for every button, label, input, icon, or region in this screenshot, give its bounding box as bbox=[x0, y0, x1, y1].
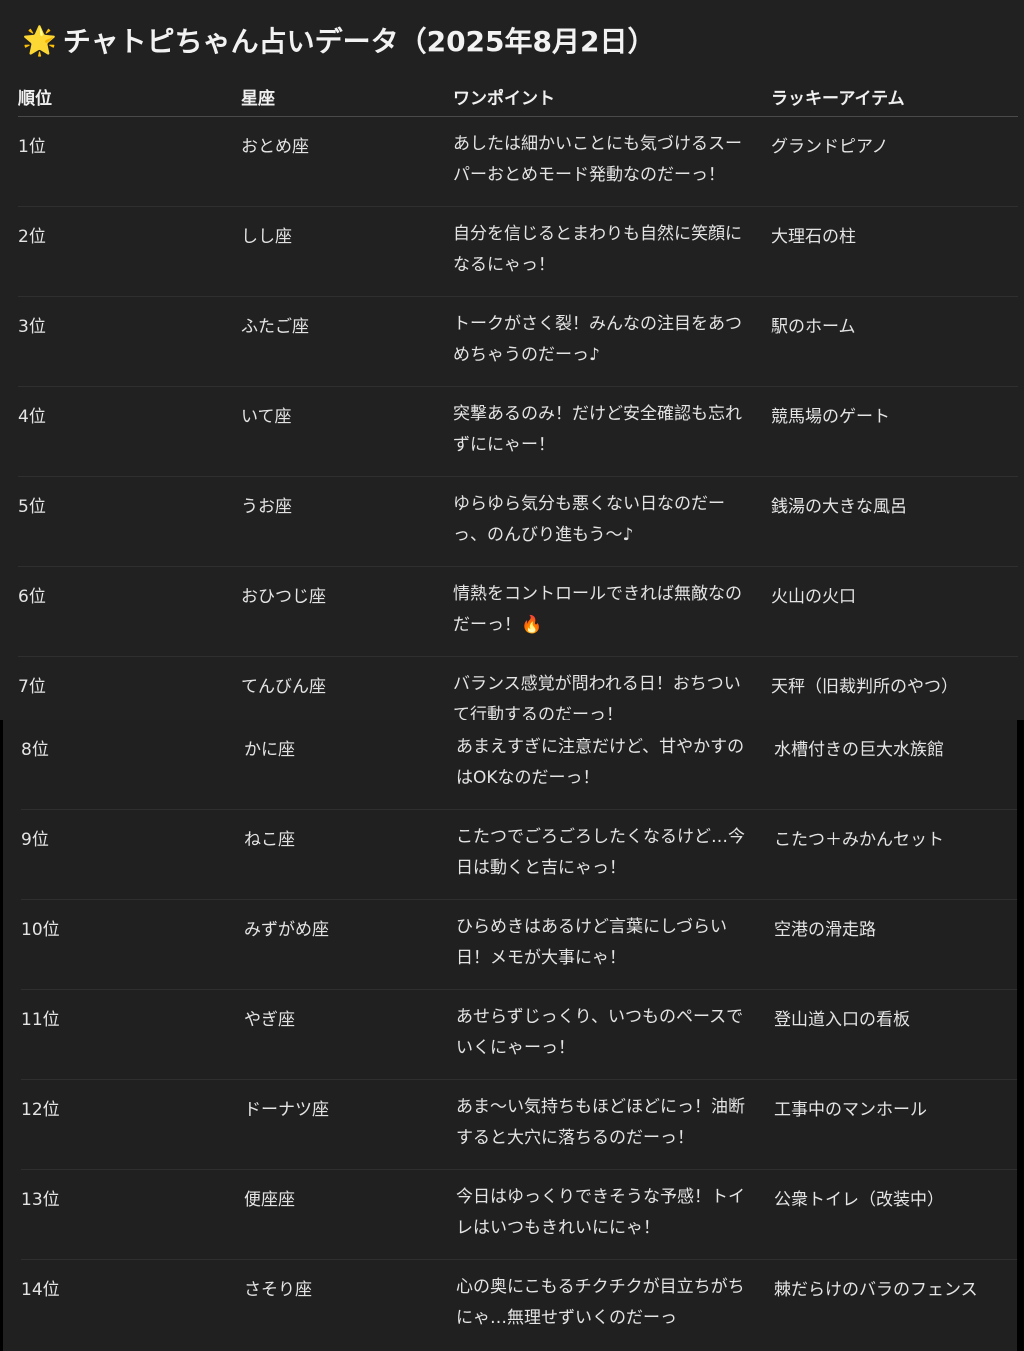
header-item: ラッキーアイテム bbox=[771, 89, 905, 109]
table-row: 9位 ねこ座 こたつでごろごろしたくなるけど…今日は動くと吉にゃっ！ こたつ＋み… bbox=[21, 810, 1017, 900]
rank-cell: 4位 bbox=[18, 407, 46, 427]
item-cell: こたつ＋みかんセット bbox=[774, 830, 944, 850]
page-title-text: チャトピちゃん占いデータ（2025年8月2日） bbox=[62, 25, 656, 58]
header-point: ワンポイント bbox=[453, 89, 555, 109]
sign-cell: いて座 bbox=[241, 407, 292, 427]
sign-cell: みずがめ座 bbox=[244, 920, 329, 940]
point-cell: あしたは細かいことにも気づけるスーパーおとめモード発動なのだーっ！ bbox=[453, 134, 742, 185]
rank-cell: 7位 bbox=[18, 677, 46, 697]
header-rank: 順位 bbox=[18, 89, 52, 109]
item-cell: 銭湯の大きな風呂 bbox=[771, 497, 907, 517]
rank-cell: 3位 bbox=[18, 317, 46, 337]
table-row: 2位 しし座 自分を信じるとまわりも自然に笑顔になるにゃっ！ 大理石の柱 bbox=[18, 207, 1018, 297]
point-cell: 心の奥にこもるチクチクが目立ちがちにゃ…無理せずいくのだーっ bbox=[456, 1277, 745, 1328]
sign-cell: ドーナツ座 bbox=[244, 1100, 329, 1120]
point-cell: ひらめきはあるけど言葉にしづらい日！メモが大事にゃ！ bbox=[456, 917, 727, 968]
point-cell: あまえすぎに注意だけど、甘やかすのはOKなのだーっ！ bbox=[456, 737, 745, 788]
item-cell: 工事中のマンホール bbox=[774, 1100, 927, 1120]
page-title: 🌟 チャトピちゃん占いデータ（2025年8月2日） bbox=[22, 20, 656, 60]
table-row: 7位 てんびん座 バランス感覚が問われる日！おちついて行動するのだーっ！ 天秤（… bbox=[18, 657, 1018, 720]
item-cell: 登山道入口の看板 bbox=[774, 1010, 910, 1030]
table-row: 1位 おとめ座 あしたは細かいことにも気づけるスーパーおとめモード発動なのだーっ… bbox=[18, 117, 1018, 207]
table-header: 順位 星座 ワンポイント ラッキーアイテム bbox=[18, 78, 1018, 117]
item-cell: 競馬場のゲート bbox=[771, 407, 890, 427]
point-cell: あせらずじっくり、いつものペースでいくにゃーっ！ bbox=[456, 1007, 744, 1058]
item-cell: 空港の滑走路 bbox=[774, 920, 876, 940]
item-cell: 天秤（旧裁判所のやつ） bbox=[771, 677, 958, 697]
rank-cell: 6位 bbox=[18, 587, 46, 607]
point-cell: バランス感覚が問われる日！おちついて行動するのだーっ！ bbox=[453, 674, 741, 720]
point-cell: 今日はゆっくりできそうな予感！トイレはいつもきれいににゃ！ bbox=[456, 1187, 745, 1238]
point-cell: こたつでごろごろしたくなるけど…今日は動くと吉にゃっ！ bbox=[456, 827, 745, 878]
header-sign: 星座 bbox=[241, 89, 275, 109]
table-row: 4位 いて座 突撃あるのみ！だけど安全確認も忘れずににゃー！ 競馬場のゲート bbox=[18, 387, 1018, 477]
rank-cell: 9位 bbox=[21, 830, 49, 850]
bottom-screenshot-panel: 8位 かに座 あまえすぎに注意だけど、甘やかすのはOKなのだーっ！ 水槽付きの巨… bbox=[3, 720, 1017, 1351]
rank-cell: 2位 bbox=[18, 227, 46, 247]
table-row: 6位 おひつじ座 情熱をコントロールできれば無敵なのだーっ！🔥 火山の火口 bbox=[18, 567, 1018, 657]
item-cell: 火山の火口 bbox=[771, 587, 856, 607]
point-cell: ゆらゆら気分も悪くない日なのだーっ、のんびり進もう〜♪ bbox=[453, 494, 725, 545]
item-cell: 棘だらけのバラのフェンス bbox=[774, 1280, 978, 1300]
sign-cell: やぎ座 bbox=[244, 1010, 295, 1030]
rank-cell: 10位 bbox=[21, 920, 60, 940]
point-cell: トークがさく裂！みんなの注目をあつめちゃうのだーっ♪ bbox=[453, 314, 742, 365]
rank-cell: 14位 bbox=[21, 1280, 60, 1300]
table-row: 5位 うお座 ゆらゆら気分も悪くない日なのだーっ、のんびり進もう〜♪ 銭湯の大き… bbox=[18, 477, 1018, 567]
item-cell: 公衆トイレ（改装中） bbox=[774, 1190, 944, 1210]
item-cell: 大理石の柱 bbox=[771, 227, 856, 247]
item-cell: 水槽付きの巨大水族館 bbox=[774, 740, 944, 760]
point-cell: 突撃あるのみ！だけど安全確認も忘れずににゃー！ bbox=[453, 404, 742, 455]
rank-cell: 12位 bbox=[21, 1100, 60, 1120]
sign-cell: かに座 bbox=[244, 740, 295, 760]
table-row: 14位 さそり座 心の奥にこもるチクチクが目立ちがちにゃ…無理せずいくのだーっ … bbox=[21, 1260, 1017, 1349]
item-cell: 駅のホーム bbox=[771, 317, 856, 337]
point-cell: 自分を信じるとまわりも自然に笑顔になるにゃっ！ bbox=[453, 224, 742, 275]
table-body-top: 1位 おとめ座 あしたは細かいことにも気づけるスーパーおとめモード発動なのだーっ… bbox=[18, 117, 1018, 720]
sign-cell: ねこ座 bbox=[244, 830, 295, 850]
top-screenshot-panel: 🌟 チャトピちゃん占いデータ（2025年8月2日） 順位 星座 ワンポイント ラ… bbox=[0, 0, 1024, 720]
sign-cell: おとめ座 bbox=[241, 137, 309, 157]
rank-cell: 5位 bbox=[18, 497, 46, 517]
sign-cell: さそり座 bbox=[244, 1280, 312, 1300]
item-cell: グランドピアノ bbox=[771, 137, 889, 157]
table-row: 13位 便座座 今日はゆっくりできそうな予感！トイレはいつもきれいににゃ！ 公衆… bbox=[21, 1170, 1017, 1260]
table-row: 11位 やぎ座 あせらずじっくり、いつものペースでいくにゃーっ！ 登山道入口の看… bbox=[21, 990, 1017, 1080]
table-row: 10位 みずがめ座 ひらめきはあるけど言葉にしづらい日！メモが大事にゃ！ 空港の… bbox=[21, 900, 1017, 990]
rank-cell: 8位 bbox=[21, 740, 49, 760]
rank-cell: 1位 bbox=[18, 137, 46, 157]
rank-cell: 13位 bbox=[21, 1190, 60, 1210]
sparkle-sun-icon: 🌟 bbox=[22, 23, 57, 57]
sign-cell: うお座 bbox=[241, 497, 292, 517]
table-row: 3位 ふたご座 トークがさく裂！みんなの注目をあつめちゃうのだーっ♪ 駅のホーム bbox=[18, 297, 1018, 387]
sign-cell: てんびん座 bbox=[241, 677, 326, 697]
sign-cell: しし座 bbox=[241, 227, 292, 247]
point-cell: 情熱をコントロールできれば無敵なのだーっ！🔥 bbox=[453, 584, 742, 635]
sign-cell: 便座座 bbox=[244, 1190, 295, 1210]
table-row: 8位 かに座 あまえすぎに注意だけど、甘やかすのはOKなのだーっ！ 水槽付きの巨… bbox=[21, 720, 1017, 810]
table-row: 12位 ドーナツ座 あま〜い気持ちもほどほどにっ！油断すると大穴に落ちるのだーっ… bbox=[21, 1080, 1017, 1170]
table-body-bottom: 8位 かに座 あまえすぎに注意だけど、甘やかすのはOKなのだーっ！ 水槽付きの巨… bbox=[21, 720, 1017, 1349]
sign-cell: おひつじ座 bbox=[241, 587, 326, 607]
sign-cell: ふたご座 bbox=[241, 317, 309, 337]
point-cell: あま〜い気持ちもほどほどにっ！油断すると大穴に落ちるのだーっ！ bbox=[456, 1097, 745, 1148]
rank-cell: 11位 bbox=[21, 1010, 60, 1030]
